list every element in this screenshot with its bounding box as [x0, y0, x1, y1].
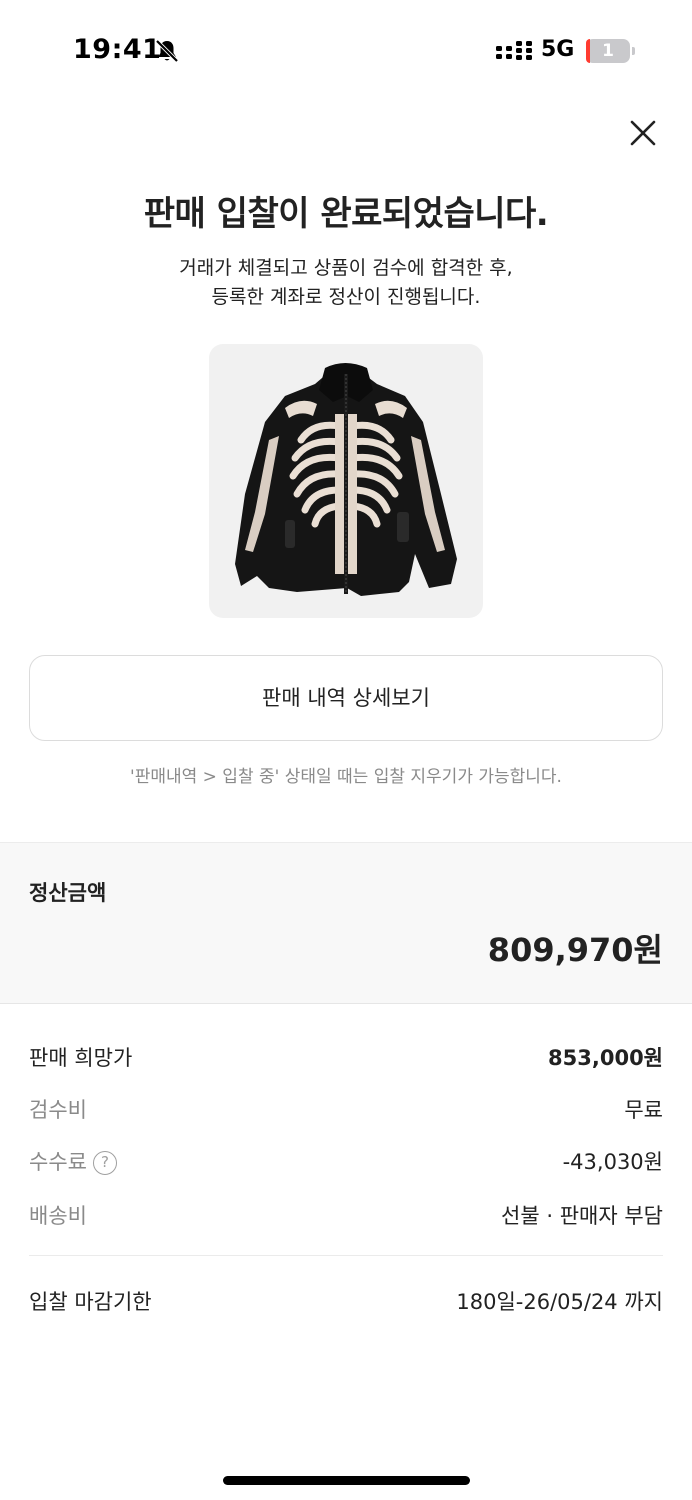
network-type: 5G [541, 37, 575, 62]
settlement-label: 정산금액 [29, 881, 107, 905]
product-image [209, 344, 483, 618]
row-inspection-fee: 검수비 무료 [29, 1086, 663, 1126]
row-value: 853,000원 [548, 1046, 663, 1070]
view-sales-detail-button[interactable]: 판매 내역 상세보기 [29, 655, 663, 741]
row-value: 선불 · 판매자 부담 [501, 1204, 663, 1228]
row-label: 배송비 [29, 1204, 87, 1228]
subtitle-line-2: 등록한 계좌로 정산이 진행됩니다. [211, 286, 481, 308]
row-label: 판매 희망가 [29, 1046, 133, 1070]
row-value: 180일-26/05/24 까지 [456, 1290, 663, 1314]
row-value: -43,030원 [562, 1150, 663, 1174]
subtitle-line-1: 거래가 체결되고 상품이 검수에 합격한 후, [179, 257, 513, 279]
status-bar: 19:41 5G 1 [0, 0, 692, 100]
status-time: 19:41 [73, 34, 162, 65]
bell-slash-icon [155, 39, 179, 63]
row-desired-price: 판매 희망가 853,000원 [29, 1034, 663, 1074]
battery-cap [632, 47, 635, 55]
jacket-illustration [235, 363, 457, 596]
row-label: 검수비 [29, 1098, 87, 1122]
page-title: 판매 입찰이 완료되었습니다. [143, 194, 549, 234]
row-commission: 수수료? -43,030원 [29, 1138, 663, 1178]
close-icon[interactable] [626, 116, 660, 150]
divider [29, 1255, 663, 1256]
row-shipping-fee: 배송비 선불 · 판매자 부담 [29, 1192, 663, 1232]
cellular-signal-icon [496, 41, 532, 60]
question-circle-icon[interactable]: ? [92, 1151, 117, 1175]
page-subtitle: 거래가 체결되고 상품이 검수에 합격한 후, 등록한 계좌로 정산이 진행됩니… [0, 254, 692, 312]
row-value: 무료 [624, 1098, 663, 1122]
battery-indicator: 1 [586, 39, 630, 63]
home-indicator [223, 1476, 470, 1485]
settlement-amount: 809,970원 [487, 931, 663, 969]
bid-delete-hint: '판매내역 > 입찰 중' 상태일 때는 입찰 지우기가 가능합니다. [130, 767, 562, 787]
settlement-section: 정산금액 809,970원 [0, 842, 692, 1004]
row-label: 입찰 마감기한 [29, 1290, 152, 1314]
row-label: 수수료? [29, 1146, 117, 1176]
row-label-text: 수수료 [29, 1150, 87, 1174]
row-bid-deadline: 입찰 마감기한 180일-26/05/24 까지 [29, 1278, 663, 1318]
